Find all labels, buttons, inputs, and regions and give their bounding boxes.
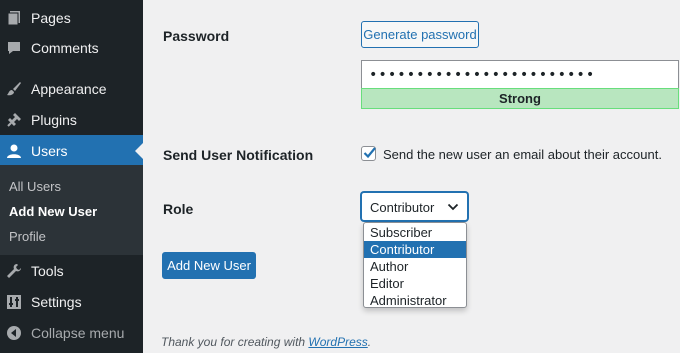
role-option-administrator[interactable]: Administrator [364, 292, 466, 309]
role-option-editor[interactable]: Editor [364, 275, 466, 292]
plugin-icon [6, 112, 22, 128]
sidebar-item-label: Users [31, 143, 68, 159]
role-select[interactable]: Contributor [361, 192, 468, 221]
settings-icon [6, 294, 22, 310]
checkmark-icon [363, 147, 376, 159]
send-notification-text: Send the new user an email about their a… [383, 147, 662, 162]
password-input[interactable]: •••••••••••••••••••••••• [361, 60, 679, 88]
role-option-subscriber[interactable]: Subscriber [364, 224, 466, 241]
sidebar-item-label: Plugins [31, 112, 77, 128]
comment-icon [6, 40, 22, 56]
chevron-down-icon [447, 203, 459, 211]
submenu-all-users[interactable]: All Users [9, 179, 61, 194]
sidebar-item-tools[interactable]: Tools [0, 255, 143, 287]
sidebar-item-plugins[interactable]: Plugins [0, 104, 143, 136]
sidebar-item-label: Appearance [31, 81, 107, 97]
role-dropdown-list: Subscriber Contributor Author Editor Adm… [363, 222, 467, 308]
role-option-author[interactable]: Author [364, 258, 466, 275]
collapse-icon [6, 325, 22, 341]
send-notification-label: Send User Notification [163, 147, 314, 163]
sidebar-item-appearance[interactable]: Appearance [0, 73, 143, 105]
sidebar-item-comments[interactable]: Comments [0, 32, 143, 64]
submenu-add-new-user[interactable]: Add New User [9, 204, 97, 219]
admin-sidebar: Pages Comments Appearance Plugins Users … [0, 0, 143, 353]
send-notification-checkbox[interactable] [361, 146, 376, 161]
role-option-contributor[interactable]: Contributor [364, 241, 466, 258]
sidebar-item-pages[interactable]: Pages [0, 2, 143, 34]
wordpress-link[interactable]: WordPress [308, 335, 367, 349]
sidebar-item-label: Collapse menu [31, 325, 125, 341]
paintbrush-icon [6, 81, 22, 97]
sidebar-item-label: Tools [31, 263, 64, 279]
users-submenu: All Users Add New User Profile [0, 165, 143, 255]
role-label: Role [163, 201, 194, 217]
sidebar-item-label: Comments [31, 40, 99, 56]
sidebar-item-label: Pages [31, 10, 71, 26]
submenu-profile[interactable]: Profile [9, 229, 46, 244]
add-new-user-button[interactable]: Add New User [162, 252, 256, 279]
footer-suffix: . [367, 335, 372, 349]
main-content: Password Generate password •••••••••••••… [143, 0, 680, 353]
generate-password-button[interactable]: Generate password [361, 21, 479, 48]
sidebar-item-label: Settings [31, 294, 82, 310]
pages-icon [6, 10, 22, 26]
sidebar-item-settings[interactable]: Settings [0, 286, 143, 318]
footer-prefix: Thank you for creating with [161, 335, 309, 349]
password-label: Password [163, 28, 230, 44]
wrench-icon [6, 263, 22, 279]
user-icon [6, 143, 22, 159]
sidebar-item-users[interactable]: Users [0, 135, 143, 167]
footer-text: Thank you for creating with WordPress. [161, 335, 371, 349]
collapse-menu-button[interactable]: Collapse menu [0, 317, 143, 349]
role-select-value: Contributor [370, 200, 435, 215]
password-strength-indicator: Strong [361, 88, 679, 109]
